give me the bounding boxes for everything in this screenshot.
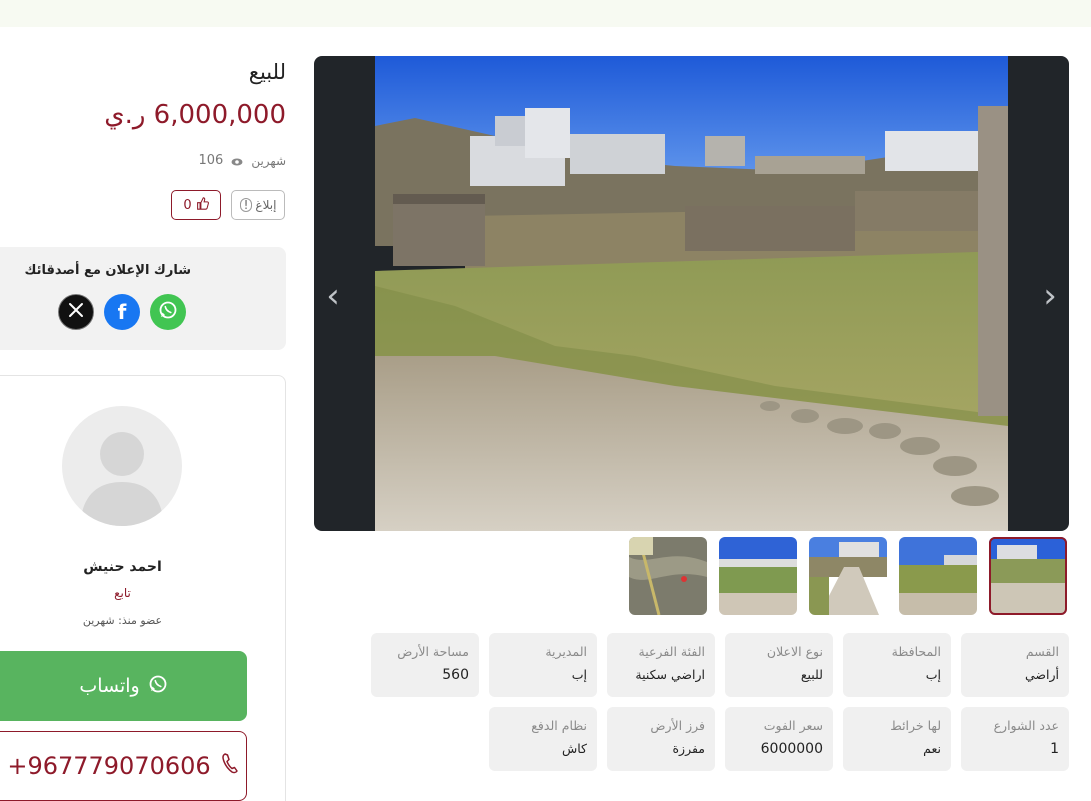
gallery-prev-button[interactable]: ‹ [318, 276, 348, 316]
whatsapp-contact-button[interactable]: واتساب [0, 651, 247, 721]
like-button[interactable]: 0 [171, 190, 221, 220]
image-gallery[interactable]: ‹ › [314, 56, 1069, 531]
member-since: عضو منذ: شهرين [82, 614, 163, 627]
share-box: شارك الإعلان مع أصدقائك f [0, 247, 286, 350]
top-bar [0, 0, 1091, 27]
facebook-icon: f [117, 300, 127, 324]
share-whatsapp-button[interactable] [150, 294, 186, 330]
spec-category: القسم أراضي [961, 633, 1069, 697]
thumbnail-photo[interactable] [809, 537, 887, 615]
view-count: 106 [198, 153, 224, 168]
spec-land-sorting: فرز الأرض مفرزة [607, 707, 715, 771]
seller-role: تابع [114, 586, 131, 600]
whatsapp-label: واتساب [79, 675, 140, 697]
exclamation-icon: ! [239, 198, 253, 212]
phone-icon [221, 752, 239, 780]
thumbnail-strip [629, 537, 1069, 615]
avatar [62, 406, 182, 526]
thumbs-up-icon [196, 196, 209, 214]
main-photo [375, 56, 1008, 531]
seller-name[interactable]: احمد حنيش [0, 559, 245, 575]
thumbnail-map[interactable] [629, 537, 707, 615]
posted-time: شهرين [251, 153, 286, 168]
whatsapp-icon [158, 300, 178, 324]
spec-price-per-foot: سعر الفوت 6000000 [725, 707, 833, 771]
spec-has-maps: لها خرائط نعم [843, 707, 951, 771]
spec-land-area: مساحة الأرض 560 [371, 633, 479, 697]
spec-ad-type: نوع الاعلان للبيع [725, 633, 833, 697]
phone-number: +967779070606 [7, 752, 211, 780]
thumbnail-photo[interactable] [719, 537, 797, 615]
like-count: 0 [183, 197, 192, 213]
report-button[interactable]: إبلاغ ! [231, 190, 285, 220]
whatsapp-icon [148, 674, 168, 699]
spec-payment-system: نظام الدفع كاش [489, 707, 597, 771]
share-title: شارك الإعلان مع أصدقائك [24, 263, 191, 278]
report-label: إبلاغ [255, 198, 277, 212]
share-x-button[interactable] [58, 294, 94, 330]
eye-icon [231, 156, 243, 166]
listing-price: 6,000,000 ر.ي [104, 100, 286, 130]
spec-subcategory: الفئة الفرعية اراضي سكنية [607, 633, 715, 697]
call-button[interactable]: +967779070606 [0, 731, 247, 801]
spec-governorate: المحافظة إب [843, 633, 951, 697]
thumbnail-photo-active[interactable] [989, 537, 1067, 615]
listing-meta: شهرين 106 [198, 153, 286, 168]
gallery-next-button[interactable]: › [1035, 276, 1065, 316]
spec-district: المديرية إب [489, 633, 597, 697]
share-facebook-button[interactable]: f [104, 294, 140, 330]
thumbnail-photo[interactable] [899, 537, 977, 615]
spec-street-count: عدد الشوارع 1 [961, 707, 1069, 771]
x-icon [67, 301, 85, 323]
listing-title: للبيع [248, 60, 286, 84]
